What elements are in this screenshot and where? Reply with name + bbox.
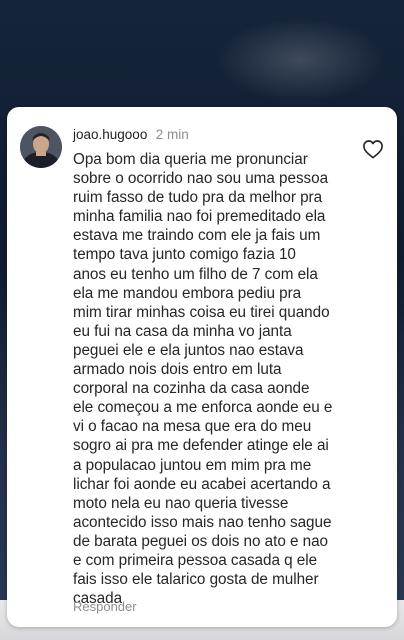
user-avatar[interactable] [20,126,62,168]
timestamp: 2 min [155,127,189,142]
heart-icon[interactable] [362,139,384,159]
comment-text: Opa bom dia queria me pronunciar sobre o… [73,151,333,608]
comment-header: joao.hugooo 2 min [73,126,189,144]
reply-button[interactable]: Responder [73,599,137,614]
comment-card: joao.hugooo 2 min Opa bom dia queria me … [7,107,397,627]
avatar-image [20,126,62,168]
username[interactable]: joao.hugooo [73,127,147,142]
